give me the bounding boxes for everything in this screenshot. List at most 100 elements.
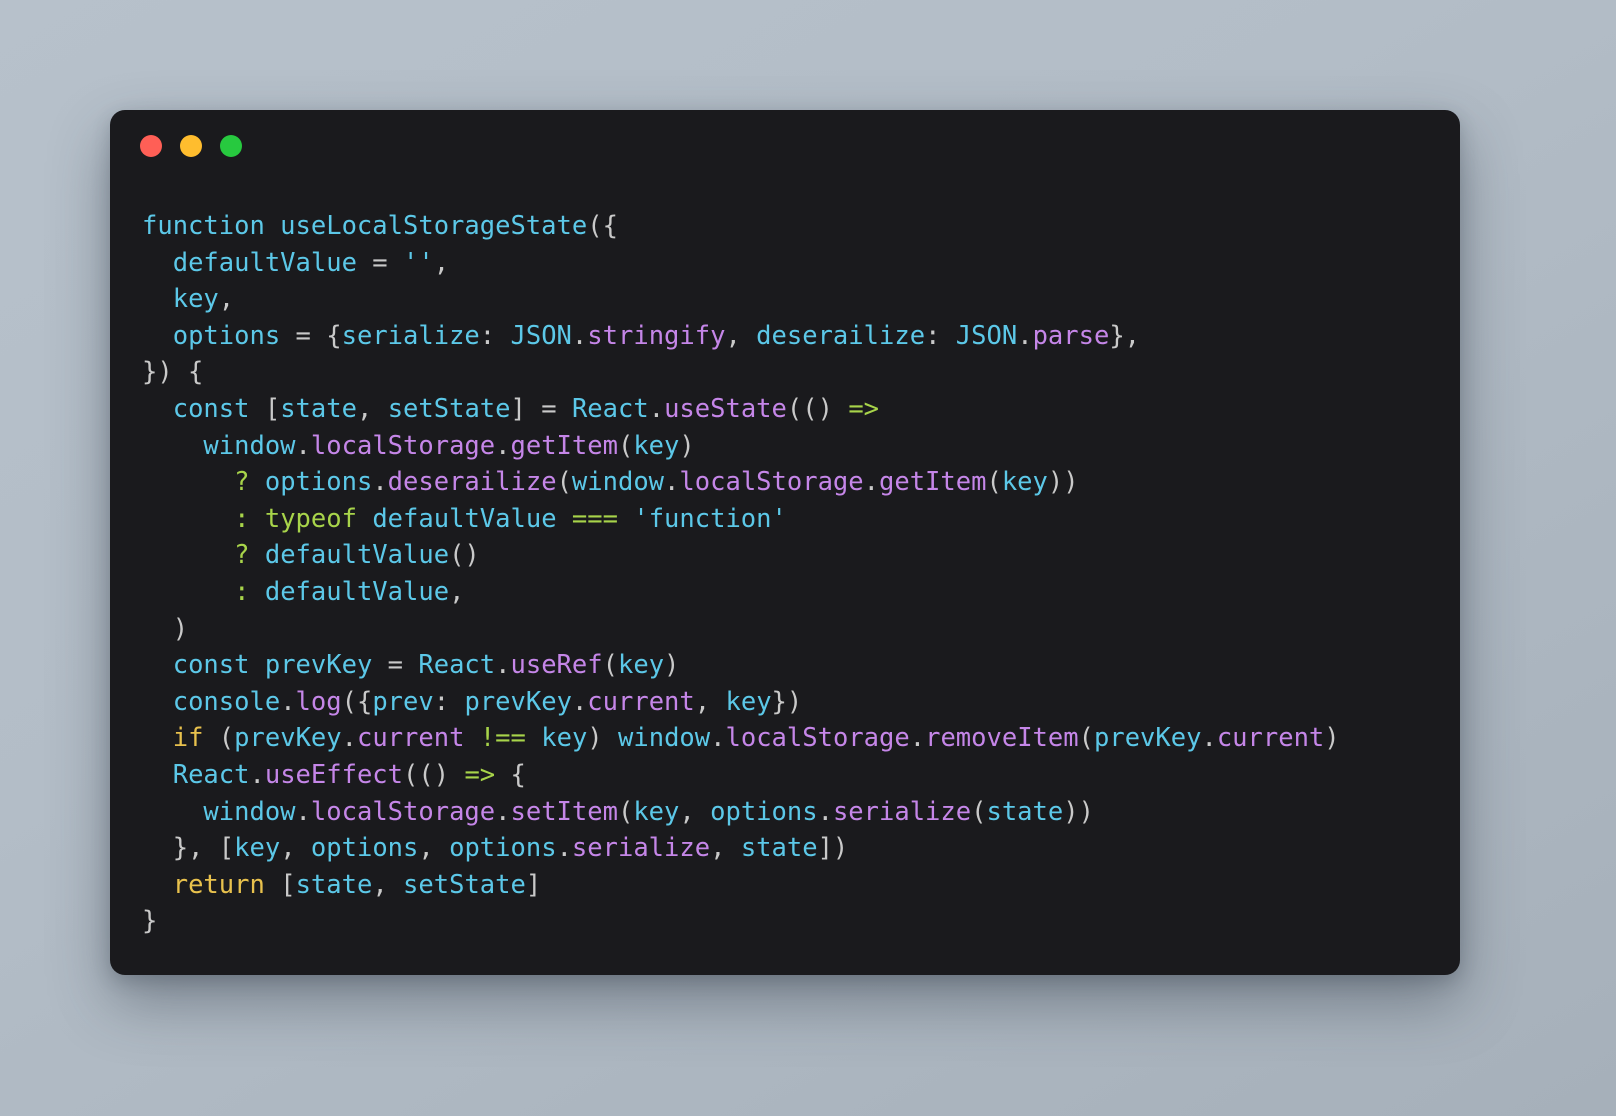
code-token: localStorage bbox=[310, 796, 496, 827]
code-token: prevKey bbox=[234, 723, 342, 754]
code-token: . bbox=[909, 723, 926, 754]
code-line: React.useEffect(() => { bbox=[142, 757, 1460, 794]
code-token: , bbox=[710, 833, 741, 864]
code-token: , bbox=[418, 833, 450, 864]
code-token: . bbox=[280, 686, 296, 717]
code-token: React bbox=[418, 650, 496, 681]
code-line: }, [key, options, options.serialize, sta… bbox=[142, 830, 1460, 867]
code-token: (() bbox=[786, 393, 849, 424]
code-token: function bbox=[142, 211, 281, 241]
code-line: : typeof defaultValue === 'function' bbox=[142, 501, 1460, 538]
code-token: . bbox=[1201, 723, 1217, 754]
code-token: ( bbox=[203, 723, 235, 754]
code-token: serialize bbox=[571, 833, 711, 864]
code-token: removeItem bbox=[925, 723, 1079, 754]
code-token: JSON bbox=[510, 320, 572, 351]
code-line: }) { bbox=[142, 354, 1460, 391]
code-token: . bbox=[571, 320, 588, 351]
code-token: => bbox=[848, 393, 880, 424]
code-token: ( bbox=[1078, 723, 1094, 754]
code-token: )) bbox=[1063, 796, 1094, 827]
window-titlebar bbox=[110, 110, 1460, 182]
code-token: prevKey bbox=[1093, 723, 1202, 754]
code-line: : defaultValue, bbox=[142, 574, 1460, 611]
code-token: key bbox=[172, 284, 219, 315]
code-token: serialize bbox=[832, 796, 972, 827]
code-block[interactable]: function useLocalStorageState({ defaultV… bbox=[110, 182, 1460, 940]
code-token: }) { bbox=[142, 357, 204, 388]
code-token: , bbox=[725, 320, 757, 351]
code-token: state bbox=[280, 393, 357, 424]
code-token: , bbox=[694, 686, 726, 717]
code-token: : bbox=[234, 576, 250, 607]
code-token: defaultValue bbox=[264, 540, 450, 571]
code-token: } bbox=[142, 906, 158, 937]
code-token: . bbox=[495, 796, 511, 827]
code-token: [ bbox=[218, 833, 235, 864]
code-token: ( bbox=[971, 796, 987, 827]
code-token: localStorage bbox=[725, 723, 910, 754]
code-token: ({ bbox=[587, 211, 618, 241]
code-token: }, bbox=[1109, 320, 1141, 351]
code-token: : bbox=[433, 686, 465, 717]
code-token: state bbox=[986, 796, 1064, 827]
code-token: = bbox=[525, 393, 572, 424]
code-token: ( bbox=[986, 467, 1002, 498]
code-window-card: function useLocalStorageState({ defaultV… bbox=[110, 110, 1460, 975]
code-token: defaultValue bbox=[372, 503, 557, 534]
code-token: typeof bbox=[264, 503, 357, 534]
close-window-button[interactable] bbox=[140, 135, 162, 157]
code-token: { bbox=[495, 759, 526, 790]
code-token: [ bbox=[280, 869, 296, 900]
code-line: key, bbox=[142, 281, 1460, 318]
code-token: state bbox=[295, 869, 373, 900]
code-line: ? defaultValue() bbox=[142, 537, 1460, 574]
code-token: }, bbox=[142, 833, 219, 864]
code-token: JSON bbox=[955, 320, 1018, 351]
code-token: ) bbox=[1324, 723, 1340, 754]
minimize-window-button[interactable] bbox=[180, 135, 202, 157]
code-token: [ bbox=[264, 393, 281, 424]
code-token: , bbox=[280, 833, 311, 864]
code-token: ? bbox=[234, 467, 250, 498]
code-token: localStorage bbox=[679, 467, 864, 498]
code-token: React bbox=[172, 759, 250, 790]
code-token: 'function' bbox=[633, 503, 787, 534]
code-token: current bbox=[356, 723, 465, 754]
code-token: ( bbox=[556, 467, 572, 498]
code-token: current bbox=[587, 686, 695, 717]
code-token: useEffect bbox=[264, 759, 404, 790]
code-token: . bbox=[556, 833, 572, 864]
code-line: window.localStorage.getItem(key) bbox=[142, 428, 1460, 465]
code-token: = bbox=[280, 320, 327, 351]
code-token: prev bbox=[372, 686, 434, 717]
code-token: deserailize bbox=[387, 467, 557, 498]
code-token: setState bbox=[403, 869, 526, 900]
code-token: setItem bbox=[510, 796, 618, 827]
code-token: deserailize bbox=[756, 320, 926, 351]
code-token: useRef bbox=[510, 650, 603, 681]
code-token: key bbox=[1001, 467, 1048, 498]
code-token: defaultValue bbox=[264, 576, 450, 607]
code-token: , bbox=[218, 284, 235, 315]
code-token: )) bbox=[1047, 467, 1079, 498]
maximize-window-button[interactable] bbox=[220, 135, 242, 157]
code-token: , bbox=[372, 869, 404, 900]
